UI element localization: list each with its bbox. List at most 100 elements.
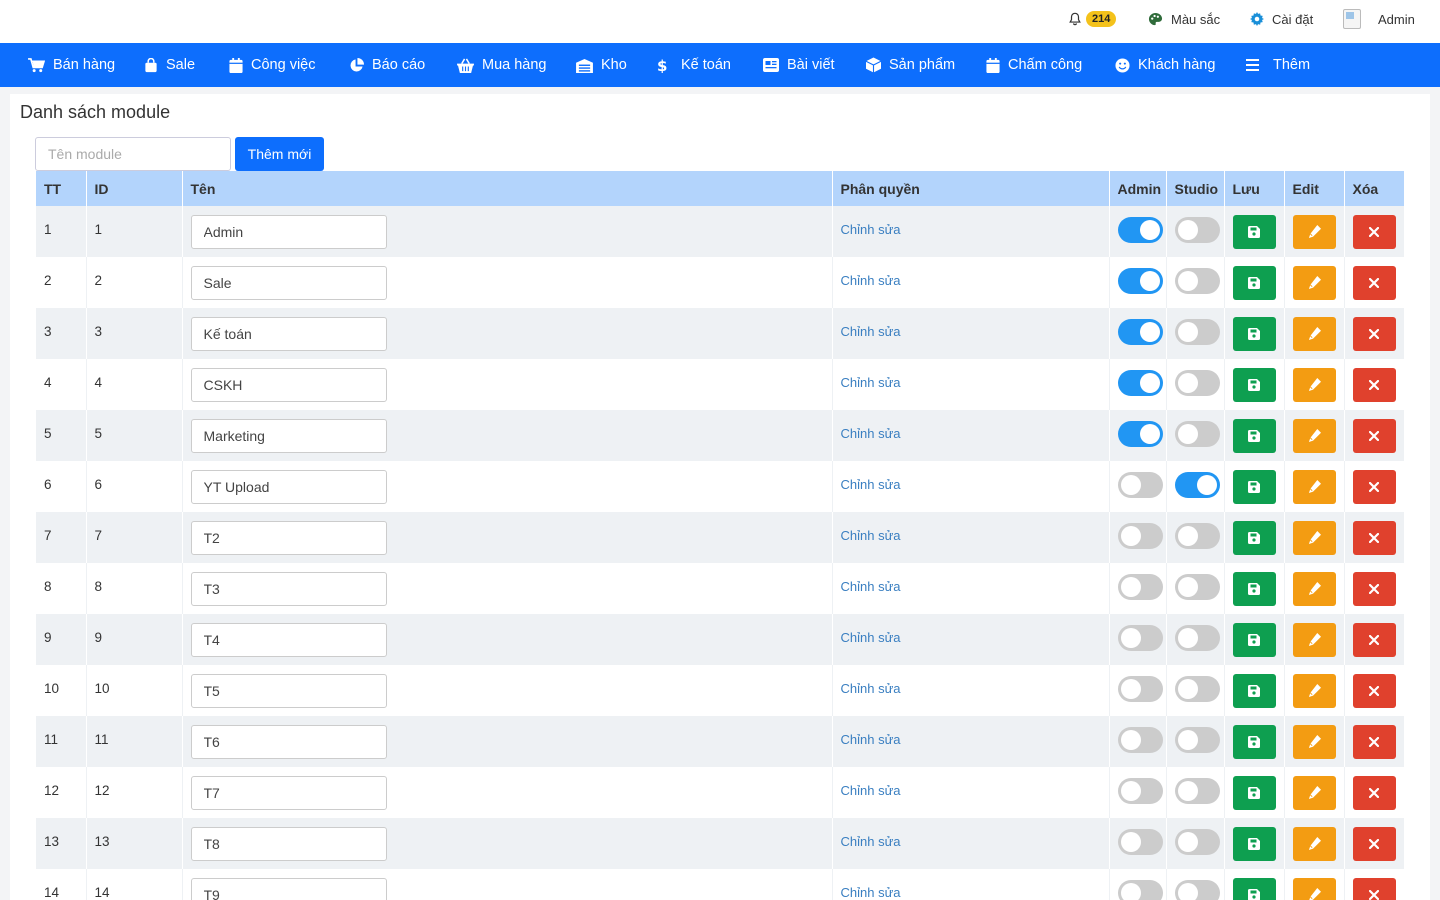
edit-button[interactable] <box>1292 826 1336 861</box>
delete-button[interactable] <box>1352 214 1396 249</box>
module-name-field[interactable] <box>190 367 387 402</box>
delete-button[interactable] <box>1352 673 1396 708</box>
studio-toggle[interactable] <box>1174 676 1220 702</box>
save-button[interactable] <box>1232 316 1276 351</box>
nav-item-mua-hang[interactable]: Mua hàng <box>457 43 547 87</box>
save-button[interactable] <box>1232 622 1276 657</box>
admin-toggle[interactable] <box>1117 880 1163 900</box>
admin-toggle[interactable] <box>1117 829 1163 855</box>
module-name-field[interactable] <box>190 877 387 900</box>
delete-button[interactable] <box>1352 877 1396 900</box>
module-name-field[interactable] <box>190 673 387 708</box>
save-button[interactable] <box>1232 469 1276 504</box>
admin-toggle[interactable] <box>1117 217 1163 243</box>
save-button[interactable] <box>1232 367 1276 402</box>
studio-toggle[interactable] <box>1174 880 1220 900</box>
edit-button[interactable] <box>1292 469 1336 504</box>
studio-toggle[interactable] <box>1174 421 1220 447</box>
module-name-field[interactable] <box>190 622 387 657</box>
edit-permission-link[interactable]: Chỉnh sửa <box>841 375 901 390</box>
module-name-field[interactable] <box>190 520 387 555</box>
save-button[interactable] <box>1232 724 1276 759</box>
nav-item-them[interactable]: Thêm <box>1246 43 1310 87</box>
admin-toggle[interactable] <box>1117 421 1163 447</box>
admin-toggle[interactable] <box>1117 676 1163 702</box>
studio-toggle[interactable] <box>1174 217 1220 243</box>
studio-toggle[interactable] <box>1174 319 1220 345</box>
nav-item-kho[interactable]: Kho <box>576 43 627 87</box>
admin-toggle[interactable] <box>1117 523 1163 549</box>
nav-item-khach-hang[interactable]: Khách hàng <box>1115 43 1215 87</box>
admin-toggle[interactable] <box>1117 319 1163 345</box>
nav-item-sale[interactable]: Sale <box>144 43 195 87</box>
add-new-button[interactable]: Thêm mới <box>235 137 324 171</box>
save-button[interactable] <box>1232 214 1276 249</box>
edit-button[interactable] <box>1292 520 1336 555</box>
nav-item-cong-viec[interactable]: Công việc <box>229 43 315 87</box>
admin-toggle[interactable] <box>1117 727 1163 753</box>
delete-button[interactable] <box>1352 367 1396 402</box>
save-button[interactable] <box>1232 571 1276 606</box>
admin-toggle[interactable] <box>1117 268 1163 294</box>
edit-permission-link[interactable]: Chỉnh sửa <box>841 222 901 237</box>
edit-button[interactable] <box>1292 316 1336 351</box>
studio-toggle[interactable] <box>1174 574 1220 600</box>
delete-button[interactable] <box>1352 826 1396 861</box>
edit-permission-link[interactable]: Chỉnh sửa <box>841 579 901 594</box>
module-name-input[interactable] <box>35 137 231 171</box>
edit-permission-link[interactable]: Chỉnh sửa <box>841 477 901 492</box>
module-name-field[interactable] <box>190 316 387 351</box>
studio-toggle[interactable] <box>1174 472 1220 498</box>
edit-button[interactable] <box>1292 367 1336 402</box>
studio-toggle[interactable] <box>1174 370 1220 396</box>
module-name-field[interactable] <box>190 724 387 759</box>
edit-button[interactable] <box>1292 673 1336 708</box>
save-button[interactable] <box>1232 418 1276 453</box>
edit-permission-link[interactable]: Chỉnh sửa <box>841 732 901 747</box>
edit-permission-link[interactable]: Chỉnh sửa <box>841 273 901 288</box>
edit-permission-link[interactable]: Chỉnh sửa <box>841 681 901 696</box>
nav-item-cham-cong[interactable]: Chấm công <box>986 43 1082 87</box>
edit-permission-link[interactable]: Chỉnh sửa <box>841 528 901 543</box>
save-button[interactable] <box>1232 877 1276 900</box>
edit-permission-link[interactable]: Chỉnh sửa <box>841 324 901 339</box>
module-name-field[interactable] <box>190 469 387 504</box>
edit-button[interactable] <box>1292 877 1336 900</box>
studio-toggle[interactable] <box>1174 829 1220 855</box>
module-name-field[interactable] <box>190 214 387 249</box>
edit-permission-link[interactable]: Chỉnh sửa <box>841 426 901 441</box>
studio-toggle[interactable] <box>1174 778 1220 804</box>
save-button[interactable] <box>1232 520 1276 555</box>
save-button[interactable] <box>1232 775 1276 810</box>
nav-item-ke-toan[interactable]: $ Kế toán <box>657 43 731 87</box>
edit-button[interactable] <box>1292 418 1336 453</box>
delete-button[interactable] <box>1352 265 1396 300</box>
delete-button[interactable] <box>1352 775 1396 810</box>
edit-button[interactable] <box>1292 265 1336 300</box>
delete-button[interactable] <box>1352 724 1396 759</box>
delete-button[interactable] <box>1352 316 1396 351</box>
edit-button[interactable] <box>1292 775 1336 810</box>
admin-toggle[interactable] <box>1117 625 1163 651</box>
admin-toggle[interactable] <box>1117 778 1163 804</box>
notifications[interactable]: 214 <box>1068 0 1117 38</box>
delete-button[interactable] <box>1352 622 1396 657</box>
delete-button[interactable] <box>1352 469 1396 504</box>
nav-item-bai-viet[interactable]: Bài viết <box>763 43 835 87</box>
admin-toggle[interactable] <box>1117 574 1163 600</box>
nav-item-bao-cao[interactable]: Báo cáo <box>349 43 425 87</box>
module-name-field[interactable] <box>190 265 387 300</box>
settings-menu[interactable]: Cài đặt <box>1250 0 1313 38</box>
studio-toggle[interactable] <box>1174 523 1220 549</box>
edit-permission-link[interactable]: Chỉnh sửa <box>841 783 901 798</box>
delete-button[interactable] <box>1352 520 1396 555</box>
module-name-field[interactable] <box>190 826 387 861</box>
edit-permission-link[interactable]: Chỉnh sửa <box>841 630 901 645</box>
save-button[interactable] <box>1232 673 1276 708</box>
studio-toggle[interactable] <box>1174 625 1220 651</box>
studio-toggle[interactable] <box>1174 268 1220 294</box>
module-name-field[interactable] <box>190 418 387 453</box>
edit-button[interactable] <box>1292 622 1336 657</box>
admin-toggle[interactable] <box>1117 472 1163 498</box>
edit-permission-link[interactable]: Chỉnh sửa <box>841 834 901 849</box>
